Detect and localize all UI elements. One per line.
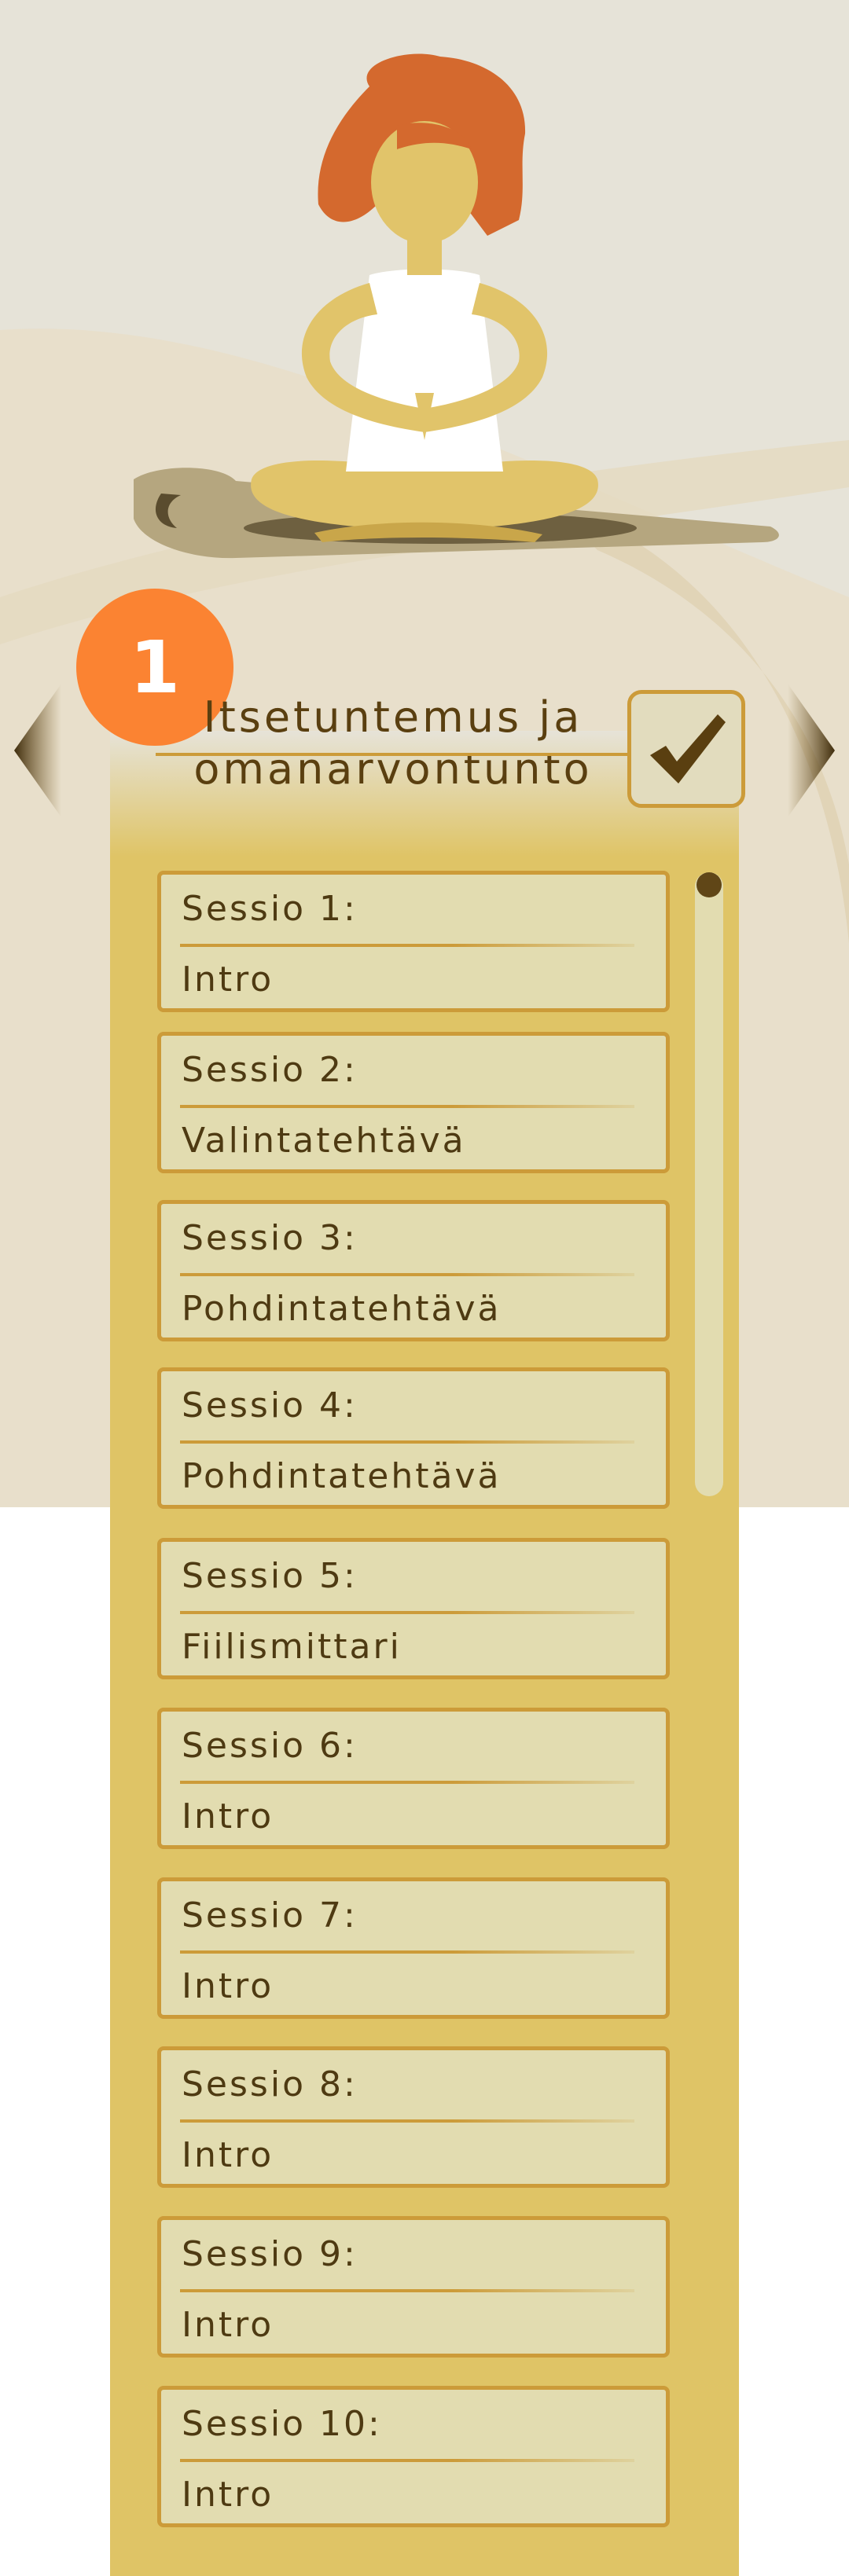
session-divider	[180, 1950, 634, 1954]
chevron-left-icon[interactable]	[14, 684, 69, 817]
session-item[interactable]: Sessio 8: Intro	[157, 2046, 670, 2188]
session-divider	[180, 1781, 634, 1784]
session-activity: Valintatehtävä	[182, 1121, 466, 1161]
scrollbar-thumb[interactable]	[696, 872, 722, 897]
session-item[interactable]: Sessio 5: Fiilismittari	[157, 1538, 670, 1679]
session-activity: Fiilismittari	[182, 1627, 402, 1667]
session-activity: Pohdintatehtävä	[182, 1289, 502, 1329]
session-item[interactable]: Sessio 7: Intro	[157, 1877, 670, 2019]
session-divider	[180, 2289, 634, 2292]
session-activity: Pohdintatehtävä	[182, 1456, 502, 1496]
checkmark-icon	[650, 714, 726, 783]
session-item[interactable]: Sessio 3: Pohdintatehtävä	[157, 1200, 670, 1341]
session-label: Sessio 7:	[182, 1895, 358, 1936]
session-item[interactable]: Sessio 10: Intro	[157, 2386, 670, 2527]
session-label: Sessio 1:	[182, 889, 358, 929]
session-activity: Intro	[182, 2305, 274, 2345]
session-divider	[180, 1440, 634, 1444]
session-label: Sessio 6:	[182, 1726, 358, 1766]
session-list-scrollbar[interactable]	[695, 872, 723, 1496]
module-title-line1: Itsetuntemus ja	[203, 692, 583, 742]
session-label: Sessio 2:	[182, 1050, 358, 1090]
module-title: Itsetuntemus ja omanarvontunto	[142, 692, 645, 795]
chevron-right-icon[interactable]	[780, 684, 835, 817]
session-divider	[180, 2119, 634, 2123]
session-divider	[180, 1273, 634, 1276]
session-item[interactable]: Sessio 6: Intro	[157, 1708, 670, 1849]
session-item[interactable]: Sessio 9: Intro	[157, 2216, 670, 2358]
session-activity: Intro	[182, 1796, 274, 1837]
session-divider	[180, 944, 634, 947]
session-label: Sessio 8:	[182, 2064, 358, 2104]
session-divider	[180, 1611, 634, 1614]
module-completed-checkbox[interactable]	[627, 690, 745, 808]
session-activity: Intro	[182, 1966, 274, 2006]
session-label: Sessio 3:	[182, 1218, 358, 1258]
title-underline	[156, 753, 629, 756]
session-divider	[180, 2459, 634, 2462]
session-label: Sessio 5:	[182, 1556, 358, 1596]
session-activity: Intro	[182, 960, 274, 1000]
session-activity: Intro	[182, 2475, 274, 2515]
session-activity: Intro	[182, 2135, 274, 2175]
module-title-line2: omanarvontunto	[193, 744, 593, 794]
session-label: Sessio 9:	[182, 2234, 358, 2274]
session-item[interactable]: Sessio 4: Pohdintatehtävä	[157, 1367, 670, 1509]
session-label: Sessio 4:	[182, 1385, 358, 1426]
session-label: Sessio 10:	[182, 2404, 382, 2444]
session-divider	[180, 1105, 634, 1108]
session-item[interactable]: Sessio 1: Intro	[157, 871, 670, 1012]
session-item[interactable]: Sessio 2: Valintatehtävä	[157, 1032, 670, 1173]
